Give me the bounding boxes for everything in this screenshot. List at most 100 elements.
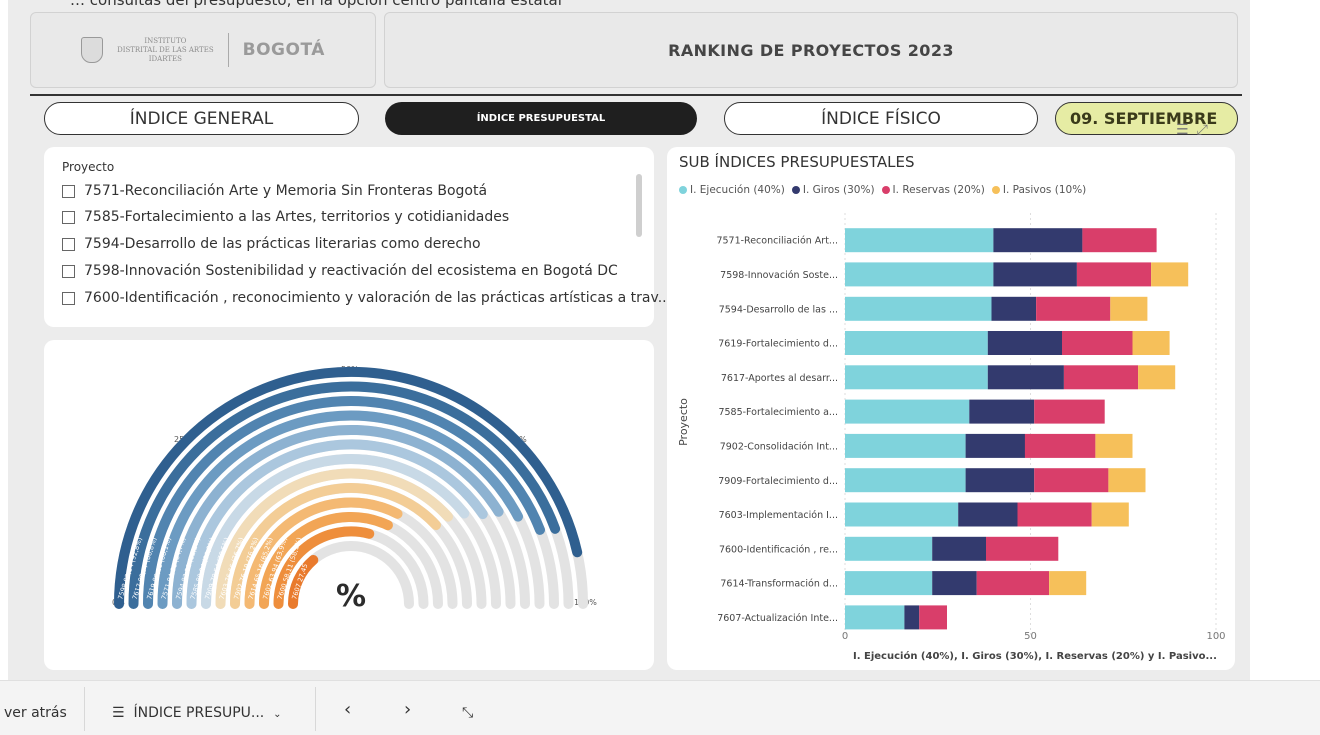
bar-segment[interactable] [845, 433, 966, 458]
checkbox[interactable] [62, 291, 75, 305]
bar-segment[interactable] [919, 605, 947, 630]
bar-segment[interactable] [845, 262, 994, 287]
bar-segment[interactable] [845, 296, 992, 321]
category-label: 7902-Consolidación Int... [720, 441, 838, 452]
category-label: 7619-Fortalecimiento d... [718, 339, 838, 350]
checkbox[interactable] [62, 184, 75, 198]
bar-segment[interactable] [1036, 296, 1111, 321]
report-title: RANKING DE PROYECTOS 2023 [384, 12, 1238, 88]
bar-segment[interactable] [845, 536, 933, 561]
bar-segment[interactable] [1108, 468, 1146, 493]
previous-page-button[interactable]: ‹ [344, 699, 351, 720]
next-page-button[interactable]: › [404, 699, 411, 720]
stacked-bar-chart: 0 50 100 I. Ejecución (40%), I. Giros (30%)… [677, 213, 1226, 662]
visual-header-icons: ☰ ⤢ [1176, 122, 1208, 138]
bar-segment[interactable] [1151, 262, 1189, 287]
bar-segment[interactable] [991, 296, 1037, 321]
checkbox[interactable] [62, 237, 75, 251]
page-selector[interactable]: ☰ ÍNDICE PRESUPU... ⌄ [112, 705, 282, 721]
category-label: 7617-Aportes al desarr... [721, 373, 838, 384]
bar-segment[interactable] [958, 502, 1018, 527]
date-filter-button[interactable]: 09. SEPTIEMBRE [1055, 102, 1238, 135]
focus-mode-icon[interactable]: ⤢ [1197, 122, 1208, 138]
bar-segment[interactable] [1138, 365, 1176, 390]
bar-segment[interactable] [987, 365, 1064, 390]
bar-segment[interactable] [1091, 502, 1129, 527]
bar-segment[interactable] [932, 536, 986, 561]
slicer-item[interactable]: 7600-Identificación , reconocimiento y v… [62, 290, 671, 306]
bar-segment[interactable] [1132, 331, 1170, 355]
slicer-item[interactable]: 7585-Fortalecimiento a las Artes, territ… [62, 209, 509, 225]
bar-segment[interactable] [965, 433, 1025, 458]
bar-segment[interactable] [1082, 228, 1157, 253]
bar-segment[interactable] [845, 502, 959, 527]
nav-separator [84, 687, 85, 731]
page-selector-label: ÍNDICE PRESUPU... [133, 705, 265, 721]
bar-segment[interactable] [1076, 262, 1152, 287]
x-tick-label: 0 [842, 631, 848, 642]
x-tick-label: 50 [1024, 631, 1037, 642]
bar-segment[interactable] [1049, 571, 1087, 596]
category-label: 7585-Fortalecimiento a... [718, 407, 838, 418]
legend-item[interactable]: I. Ejecución (40%) [679, 184, 785, 196]
bar-segment[interactable] [904, 605, 920, 630]
bar-segment[interactable] [1034, 468, 1109, 493]
checkbox[interactable] [62, 264, 75, 278]
slicer-item[interactable]: 7571-Reconciliación Arte y Memoria Sin F… [62, 183, 487, 199]
bar-segment[interactable] [1024, 433, 1096, 458]
bar-segment[interactable] [1017, 502, 1092, 527]
bar-segment[interactable] [969, 399, 1035, 424]
bar-segment[interactable] [976, 571, 1049, 596]
category-label: 7600-Identificación , re... [719, 544, 838, 555]
tab-indice-general[interactable]: ÍNDICE GENERAL [44, 102, 359, 135]
video-caption: … consultas del presupuesto, en la opció… [70, 0, 562, 9]
bar-segment[interactable] [845, 468, 966, 493]
radial-gauge-card: 0% 25% 50% 75% 100% % 7598 92,84 (92,8%)… [44, 340, 654, 670]
slicer-item[interactable]: 7594-Desarrollo de las prácticas literar… [62, 236, 481, 252]
bar-segment[interactable] [993, 262, 1077, 287]
slicer-item[interactable]: 7598-Innovación Sostenibilidad y reactiv… [62, 263, 618, 279]
bar-segment[interactable] [965, 468, 1035, 493]
report-navigation-bar: ver atrás ☰ ÍNDICE PRESUPU... ⌄ ‹ › ⤡ [0, 680, 1320, 735]
bar-segment[interactable] [932, 571, 977, 596]
bar-segment[interactable] [1062, 331, 1133, 355]
slicer-scrollbar[interactable] [636, 174, 642, 237]
category-label: 7909-Fortalecimiento d... [718, 476, 838, 487]
bar-segment[interactable] [845, 605, 905, 630]
category-label: 7614-Transformación d... [720, 579, 838, 590]
bar-segment[interactable] [845, 331, 988, 355]
header-divider [30, 94, 1242, 96]
nav-separator [315, 687, 316, 731]
chart-legend: I. Ejecución (40%) I. Giros (30%) I. Res… [679, 184, 1089, 196]
bar-segment[interactable] [845, 571, 933, 596]
y-axis-title: Proyecto [677, 398, 690, 446]
bar-segment[interactable] [1110, 296, 1148, 321]
legend-item[interactable]: I. Pasivos (10%) [991, 184, 1086, 196]
chevron-down-icon: ⌄ [273, 709, 282, 720]
menu-icon: ☰ [112, 705, 125, 721]
bar-segment[interactable] [845, 228, 994, 253]
tab-indice-presupuestal[interactable]: ÍNDICE PRESUPUESTAL [385, 102, 697, 135]
checkbox[interactable] [62, 210, 75, 224]
filter-icon[interactable]: ☰ [1176, 122, 1189, 138]
bar-segment[interactable] [1063, 365, 1139, 390]
logo-divider [227, 33, 229, 67]
bar-segment[interactable] [1095, 433, 1133, 458]
bar-segment[interactable] [845, 399, 970, 424]
percent-symbol: % [336, 579, 366, 614]
radial-gauge-chart: 0% 25% 50% 75% 100% % 7598 92,84 (92,8%)… [112, 365, 597, 614]
category-label: 7598-Innovación Soste... [720, 270, 838, 281]
bar-segment[interactable] [845, 365, 988, 390]
bar-segment[interactable] [1034, 399, 1105, 424]
bar-segment[interactable] [986, 536, 1059, 561]
tab-indice-fisico[interactable]: ÍNDICE FÍSICO [724, 102, 1038, 135]
bar-segment[interactable] [987, 331, 1062, 355]
slicer-header: Proyecto [62, 160, 115, 174]
collapse-icon[interactable]: ⤡ [462, 705, 473, 721]
legend-item[interactable]: I. Giros (30%) [791, 184, 875, 196]
category-label: 7603-Implementación I... [719, 510, 838, 521]
project-slicer: Proyecto 7571-Reconciliación Arte y Memo… [44, 147, 671, 327]
legend-item[interactable]: I. Reservas (20%) [881, 184, 985, 196]
bar-segment[interactable] [993, 228, 1083, 253]
back-button[interactable]: ver atrás [4, 705, 67, 721]
